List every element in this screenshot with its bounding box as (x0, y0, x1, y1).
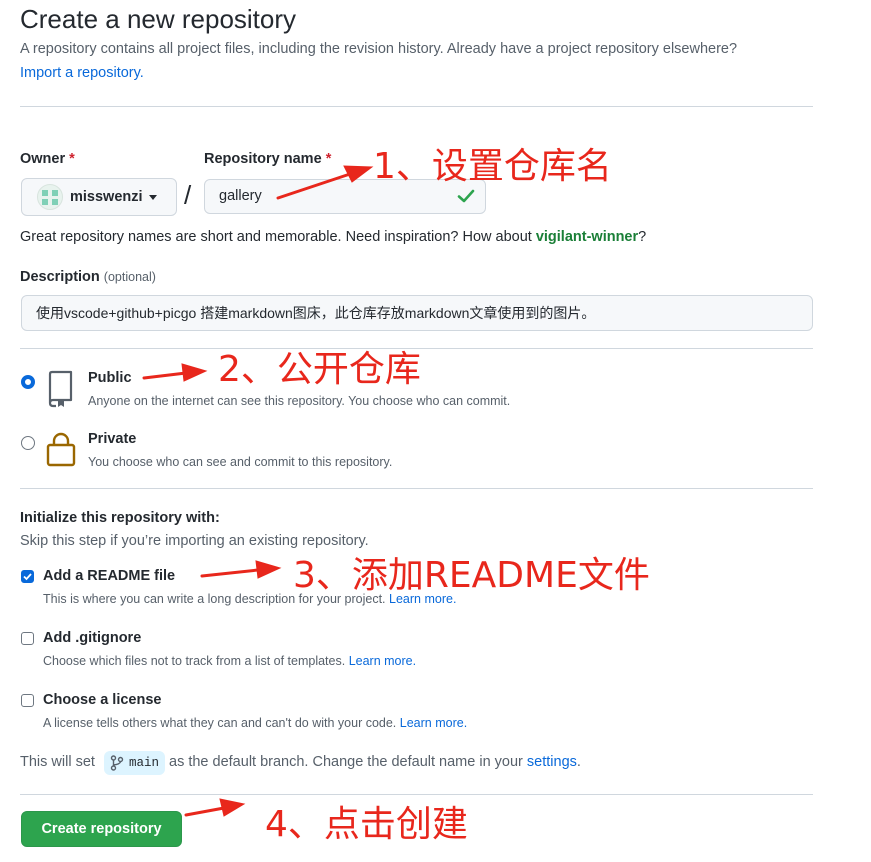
arrow-2 (142, 371, 188, 380)
arrow-head-1 (343, 165, 374, 183)
annotation-2: 2、公开仓库 (218, 349, 421, 390)
annotation-arrows (142, 165, 374, 817)
annotation-3: 3、添加README文件 (293, 555, 650, 596)
arrow-3 (200, 568, 260, 578)
annotation-4: 4、点击创建 (265, 804, 468, 845)
arrow-4 (184, 806, 226, 817)
arrow-head-3 (255, 560, 282, 579)
arrow-head-2 (181, 363, 208, 382)
annotation-1: 1、设置仓库名 (373, 146, 612, 187)
arrow-head-4 (219, 798, 246, 817)
arrow-1 (276, 172, 352, 200)
